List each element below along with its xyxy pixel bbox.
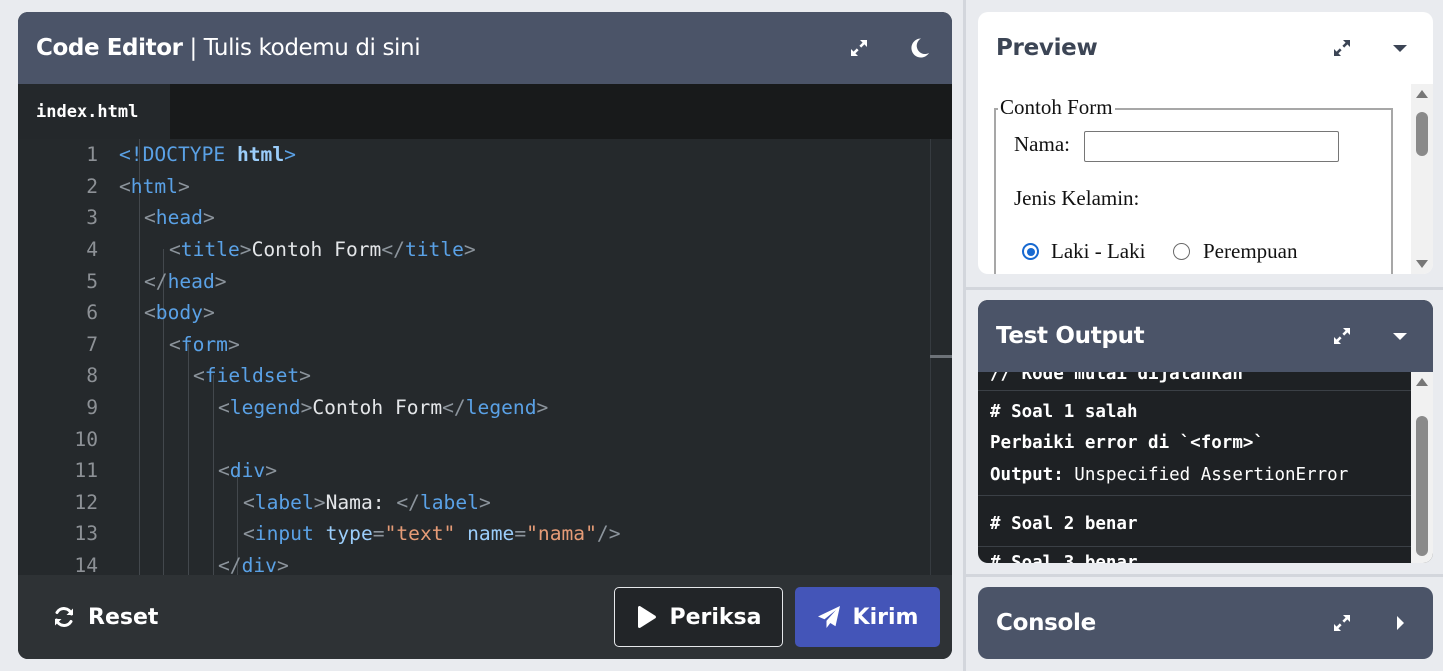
preview-frame[interactable]: Contoh Form Nama: Jenis Kelamin: Laki - … — [978, 84, 1433, 274]
vertical-splitter[interactable] — [963, 0, 966, 671]
editor-scroll-marker — [930, 355, 952, 358]
test-output-header: Test Output — [978, 300, 1433, 372]
code-line: 5 </head> — [86, 269, 227, 293]
radio-laki-laki[interactable] — [1022, 243, 1039, 260]
horizontal-splitter[interactable] — [966, 287, 1443, 290]
reset-button[interactable]: Reset — [52, 605, 158, 630]
preview-scrollbar[interactable] — [1411, 84, 1433, 274]
scroll-down-arrow-icon[interactable] — [1416, 260, 1428, 268]
code-line: 4 <title>Contoh Form</title> — [86, 238, 476, 262]
expand-console-toggle[interactable] — [1385, 608, 1415, 638]
caret-right-icon — [1397, 616, 1404, 630]
code-line: 9 <legend>Contoh Form</legend> — [86, 396, 549, 420]
preview-legend: Contoh Form — [998, 95, 1115, 120]
log-entry: # Soal 2 benar — [978, 502, 1411, 547]
caret-down-icon — [1393, 45, 1407, 52]
dark-mode-toggle[interactable] — [904, 33, 934, 63]
moon-icon — [911, 38, 929, 58]
code-line: 2 <html> — [86, 174, 190, 198]
preview-jenis-kelamin-label: Jenis Kelamin: — [1014, 186, 1140, 210]
log-entry: # Soal 1 salah Perbaiki error di `<form>… — [978, 394, 1411, 496]
code-editor-panel: Code Editor | Tulis kodemu di sini index… — [18, 12, 952, 659]
preview-header: Preview — [978, 12, 1433, 84]
expand-icon — [1334, 328, 1350, 344]
play-icon — [638, 605, 657, 629]
test-output-panel: Test Output // Kode mulai dijalankan # S… — [978, 300, 1433, 563]
console-title: Console — [996, 610, 1096, 636]
radio-perempuan[interactable] — [1173, 243, 1190, 260]
code-line: 7 <form> — [86, 332, 240, 356]
test-output-log[interactable]: // Kode mulai dijalankan # Soal 1 salah … — [978, 372, 1433, 563]
kirim-label: Kirim — [852, 604, 919, 630]
radio-laki-laki-label: Laki - Laki — [1051, 239, 1146, 263]
test-output-title: Test Output — [996, 323, 1145, 349]
code-editor-title: Code Editor | Tulis kodemu di sini — [36, 35, 421, 61]
code-line: 11 <div> — [74, 459, 277, 483]
editor-footer: Reset Periksa Kirim — [18, 575, 952, 659]
code-area[interactable]: 1 <!DOCTYPE html> 2 <html> 3 <head> 4 <title… — [18, 139, 952, 575]
send-icon — [817, 606, 840, 628]
console-panel: Console — [978, 587, 1433, 659]
preview-panel: Preview Contoh Form Nama: Jenis Kelamin:… — [978, 12, 1433, 274]
log-entry: # Soal 3 benar — [990, 552, 1138, 563]
scroll-thumb[interactable] — [1416, 416, 1428, 556]
scroll-up-arrow-icon[interactable] — [1416, 378, 1428, 386]
code-line: 6 <body> — [86, 301, 215, 325]
expand-icon — [1334, 40, 1350, 56]
test-output-scrollbar[interactable] — [1411, 372, 1433, 563]
kirim-button[interactable]: Kirim — [795, 587, 940, 647]
periksa-label: Periksa — [669, 604, 762, 630]
preview-nama-label: Nama: — [1014, 132, 1070, 156]
expand-icon — [1334, 615, 1350, 631]
refresh-icon — [55, 607, 73, 627]
preview-title: Preview — [996, 35, 1098, 61]
code-editor-header: Code Editor | Tulis kodemu di sini — [18, 12, 952, 84]
expand-preview-button[interactable] — [1327, 33, 1357, 63]
expand-test-output-button[interactable] — [1327, 321, 1357, 351]
expand-console-button[interactable] — [1327, 608, 1357, 638]
expand-editor-button[interactable] — [844, 33, 874, 63]
expand-icon — [851, 40, 867, 56]
code-line: 3 <head> — [86, 206, 215, 230]
code-line: 12 <label>Nama: </label> — [74, 490, 491, 514]
code-line: 13 <input type="text" name="nama"/> — [74, 522, 621, 546]
radio-perempuan-label: Perempuan — [1203, 239, 1298, 263]
code-line: 10 — [74, 427, 98, 451]
preview-nama-input[interactable] — [1084, 131, 1339, 162]
scroll-thumb[interactable] — [1416, 112, 1428, 156]
reset-label: Reset — [88, 604, 159, 630]
scroll-up-arrow-icon[interactable] — [1416, 90, 1428, 98]
caret-down-icon — [1393, 333, 1407, 340]
file-tab-bar: index.html — [18, 84, 952, 139]
collapse-test-output-button[interactable] — [1385, 321, 1415, 351]
log-entry: // Kode mulai dijalankan — [978, 372, 1411, 391]
code-line: 14 </div> — [74, 554, 289, 575]
collapse-preview-button[interactable] — [1385, 33, 1415, 63]
tab-index-html[interactable]: index.html — [18, 84, 170, 139]
code-line: 8 <fieldset> — [86, 364, 311, 388]
code-line: 1 <!DOCTYPE html> — [86, 143, 296, 167]
periksa-button[interactable]: Periksa — [614, 587, 783, 647]
horizontal-splitter[interactable] — [966, 574, 1443, 577]
